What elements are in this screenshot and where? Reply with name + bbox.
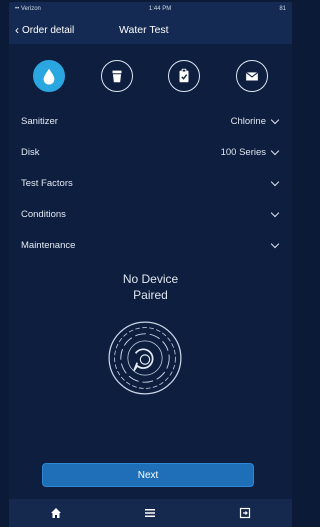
tab-menu[interactable] bbox=[138, 503, 162, 523]
bucket-icon bbox=[112, 70, 122, 83]
tab-bar bbox=[9, 499, 292, 527]
device-status-line2: Paired bbox=[133, 288, 168, 302]
home-icon bbox=[51, 508, 62, 518]
clipboard-icon bbox=[179, 68, 189, 83]
navigation-bar: ‹ Order detail Water Test bbox=[9, 16, 292, 44]
app-screen: •• Verizon 1:44 PM 81 ‹ Order detail Wat… bbox=[9, 2, 292, 525]
chevron-down-icon bbox=[270, 115, 280, 125]
device-status-line1: No Device bbox=[122, 272, 179, 286]
photometer-device-icon bbox=[108, 321, 182, 395]
tab-home[interactable] bbox=[44, 503, 68, 523]
clock-label: 1:44 PM bbox=[148, 6, 172, 12]
status-bar: •• Verizon 1:44 PM 81 bbox=[9, 2, 292, 16]
mail-icon bbox=[245, 71, 259, 81]
clipboard-button[interactable] bbox=[168, 60, 201, 92]
disk-row[interactable]: Disk 100 Series bbox=[9, 137, 292, 168]
disk-value: 100 Series bbox=[220, 147, 266, 158]
test-factors-label: Test Factors bbox=[21, 178, 73, 189]
sanitizer-value: Chlorine bbox=[230, 116, 266, 127]
water-drop-button[interactable] bbox=[32, 60, 65, 92]
sanitizer-label: Sanitizer bbox=[21, 116, 58, 127]
page-title: Water Test bbox=[119, 24, 169, 36]
carrier-label: •• Verizon bbox=[15, 6, 41, 12]
back-button[interactable]: ‹ Order detail bbox=[9, 24, 74, 36]
conditions-label: Conditions bbox=[21, 209, 66, 220]
disk-label: Disk bbox=[21, 147, 40, 158]
battery-label: 81 bbox=[279, 6, 286, 12]
chevron-down-icon bbox=[270, 177, 280, 187]
device-status: No Device Paired bbox=[9, 271, 292, 303]
chevron-down-icon bbox=[270, 239, 280, 249]
test-factors-row[interactable]: Test Factors bbox=[9, 168, 292, 199]
logout-icon bbox=[239, 507, 250, 519]
settings-list: Sanitizer Chlorine Disk 100 Series Test … bbox=[9, 106, 292, 261]
menu-icon bbox=[145, 509, 156, 517]
chevron-down-icon bbox=[270, 146, 280, 156]
chevron-down-icon bbox=[270, 208, 280, 218]
mail-button[interactable] bbox=[236, 60, 269, 92]
tab-logout[interactable] bbox=[233, 503, 257, 523]
conditions-row[interactable]: Conditions bbox=[9, 199, 292, 230]
sanitizer-row[interactable]: Sanitizer Chlorine bbox=[9, 106, 292, 137]
maintenance-row[interactable]: Maintenance bbox=[9, 230, 292, 261]
bucket-button[interactable] bbox=[100, 60, 133, 92]
test-step-icons bbox=[9, 50, 292, 102]
chevron-left-icon: ‹ bbox=[15, 23, 19, 37]
back-label: Order detail bbox=[22, 24, 75, 36]
maintenance-label: Maintenance bbox=[21, 240, 76, 251]
water-drop-icon bbox=[43, 68, 55, 85]
next-button[interactable]: Next bbox=[42, 463, 254, 487]
